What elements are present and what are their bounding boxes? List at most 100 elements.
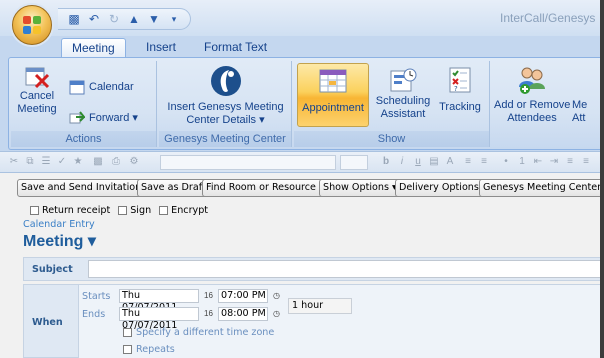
calendar-icon — [69, 80, 85, 95]
return-receipt-box[interactable] — [30, 206, 39, 215]
return-receipt-checkbox[interactable]: Return receipt — [30, 205, 110, 216]
timezone-option[interactable]: Specify a different time zone — [123, 327, 274, 338]
end-date-picker-icon[interactable]: 16 — [202, 308, 215, 320]
meeting-workspace-label-1: Me — [572, 99, 588, 111]
cancel-meeting-icon — [25, 67, 50, 89]
title-bar: ▩ ↶ ↻ ▲ ▼ ▾ InterCall/Genesys — [0, 0, 604, 45]
office-button[interactable] — [12, 5, 52, 45]
tracking-icon: ? — [449, 67, 471, 93]
appointment-button[interactable]: Appointment — [297, 63, 369, 127]
save-icon[interactable]: ▩ — [66, 11, 82, 27]
attendees-icon — [519, 67, 545, 94]
start-date-picker-icon[interactable]: 16 — [202, 290, 215, 302]
end-time-clock-icon[interactable]: ◷ — [270, 308, 283, 320]
insert-genesys-details-button[interactable]: Insert Genesys Meeting Center Details ▾ — [161, 63, 290, 127]
insert-genesys-label-1: Insert Genesys Meeting — [167, 101, 284, 113]
show-group-label: Show — [294, 131, 489, 147]
subject-input[interactable] — [88, 260, 604, 278]
save-small-icon: ▩ — [93, 156, 103, 167]
insert-genesys-label-2: Center Details ▾ — [186, 114, 265, 126]
forward-label: Forward ▾ — [89, 111, 138, 124]
add-remove-attendees-button[interactable]: Add or Remove Attendees — [494, 63, 570, 127]
genesys-group: Insert Genesys Meeting Center Details ▾ … — [159, 61, 292, 147]
insert-item-icon: ⚙ — [129, 156, 139, 167]
command-bar: Save and Send Invitations Save as Draft … — [0, 179, 604, 197]
delivery-options-button[interactable]: Delivery Options... — [395, 179, 493, 197]
actions-group: Cancel Meeting Calendar Forward ▾ Action… — [11, 61, 157, 147]
meeting-workspace-button[interactable]: Me Att — [572, 99, 602, 127]
increase-indent-icon: ⇥ — [549, 156, 559, 167]
timezone-label: Specify a different time zone — [136, 327, 275, 338]
undo-icon[interactable]: ↶ — [86, 11, 102, 27]
customize-qat-icon[interactable]: ▾ — [166, 11, 182, 27]
genesys-group-label: Genesys Meeting Center — [159, 131, 291, 147]
encrypt-checkbox[interactable]: Encrypt — [159, 205, 208, 216]
tracking-button[interactable]: ? Tracking — [436, 63, 484, 127]
forward-icon — [69, 111, 85, 124]
address-book-icon: ★ — [73, 156, 83, 167]
cut-icon: ✂ — [9, 156, 19, 167]
ends-label: Ends — [82, 309, 106, 320]
list-icon: ≡ — [567, 156, 573, 167]
start-date-field[interactable]: Thu 07/07/2011 — [119, 289, 199, 313]
sign-box[interactable] — [118, 206, 128, 215]
align-left-icon: ≡ — [465, 156, 471, 167]
bullets-icon: • — [504, 156, 508, 167]
tab-format-text[interactable]: Format Text — [194, 38, 277, 58]
encrypt-box[interactable] — [159, 206, 169, 215]
down-arrow-icon[interactable]: ▼ — [146, 11, 162, 27]
sign-checkbox[interactable]: Sign — [118, 205, 151, 216]
timezone-checkbox[interactable] — [123, 328, 132, 337]
appointment-icon — [319, 69, 347, 93]
scheduling-assistant-icon — [390, 68, 417, 92]
attendees-group: Add or Remove Attendees Me Att — [492, 61, 604, 147]
repeats-option[interactable]: Repeats — [123, 344, 175, 355]
svg-text:?: ? — [454, 85, 458, 93]
subject-label: Subject — [32, 264, 73, 275]
start-time-field[interactable]: 07:00 PM — [218, 289, 268, 303]
decrease-indent-icon: ⇤ — [533, 156, 543, 167]
paste-icon: ☰ — [41, 156, 51, 167]
add-remove-label-2: Attendees — [507, 112, 557, 124]
subject-row: Subject — [23, 257, 604, 281]
encrypt-label: Encrypt — [171, 205, 209, 216]
repeats-checkbox[interactable] — [123, 345, 132, 354]
entry-title[interactable]: Meeting ▾ — [23, 231, 96, 251]
italic-icon: i — [400, 156, 404, 167]
entry-type-label: Calendar Entry — [23, 219, 95, 230]
actions-group-label: Actions — [11, 131, 156, 147]
end-time-field[interactable]: 08:00 PM — [218, 307, 268, 321]
tab-insert[interactable]: Insert — [136, 38, 186, 58]
redo-icon[interactable]: ↻ — [106, 11, 122, 27]
forward-button[interactable]: Forward ▾ — [69, 109, 138, 125]
align-center-icon: ≡ — [481, 156, 487, 167]
font-color-icon: A — [446, 156, 454, 167]
calendar-button[interactable]: Calendar — [69, 79, 134, 95]
scheduling-label-2: Assistant — [380, 108, 426, 120]
show-group: Appointment Scheduling Assistant ? Track… — [294, 61, 490, 147]
option-checkboxes: Return receipt Sign Encrypt — [30, 205, 208, 216]
end-date-field[interactable]: Thu 07/07/2011 — [119, 307, 199, 331]
genesys-logo-icon — [210, 66, 241, 96]
save-as-draft-button[interactable]: Save as Draft — [137, 179, 210, 197]
tab-meeting[interactable]: Meeting — [61, 38, 126, 58]
scheduling-label-1: Scheduling — [375, 95, 431, 107]
calendar-label: Calendar — [89, 81, 134, 93]
repeats-label: Repeats — [136, 344, 175, 355]
up-arrow-icon[interactable]: ▲ — [126, 11, 142, 27]
start-time-clock-icon[interactable]: ◷ — [270, 290, 283, 302]
numbering-icon: 1 — [519, 156, 525, 167]
scheduling-assistant-button[interactable]: Scheduling Assistant — [372, 63, 434, 127]
office-logo-icon — [23, 16, 41, 34]
cancel-meeting-button[interactable]: Cancel Meeting — [13, 63, 61, 115]
genesys-meeting-center-button[interactable]: Genesys Meeting Center — [479, 179, 604, 197]
cancel-label-1: Cancel — [19, 90, 55, 102]
when-row: When Starts Thu 07/07/2011 16 07:00 PM ◷… — [23, 284, 604, 358]
show-options-button[interactable]: Show Options ▾ — [319, 179, 401, 197]
save-send-invitations-button[interactable]: Save and Send Invitations — [17, 179, 151, 197]
bold-icon: b — [382, 156, 390, 167]
return-receipt-label: Return receipt — [42, 205, 111, 216]
find-room-button[interactable]: Find Room or Resource ▾ — [202, 179, 328, 197]
highlight-icon: ▤ — [429, 156, 439, 167]
meeting-form: Save and Send Invitations Save as Draft … — [0, 173, 604, 358]
